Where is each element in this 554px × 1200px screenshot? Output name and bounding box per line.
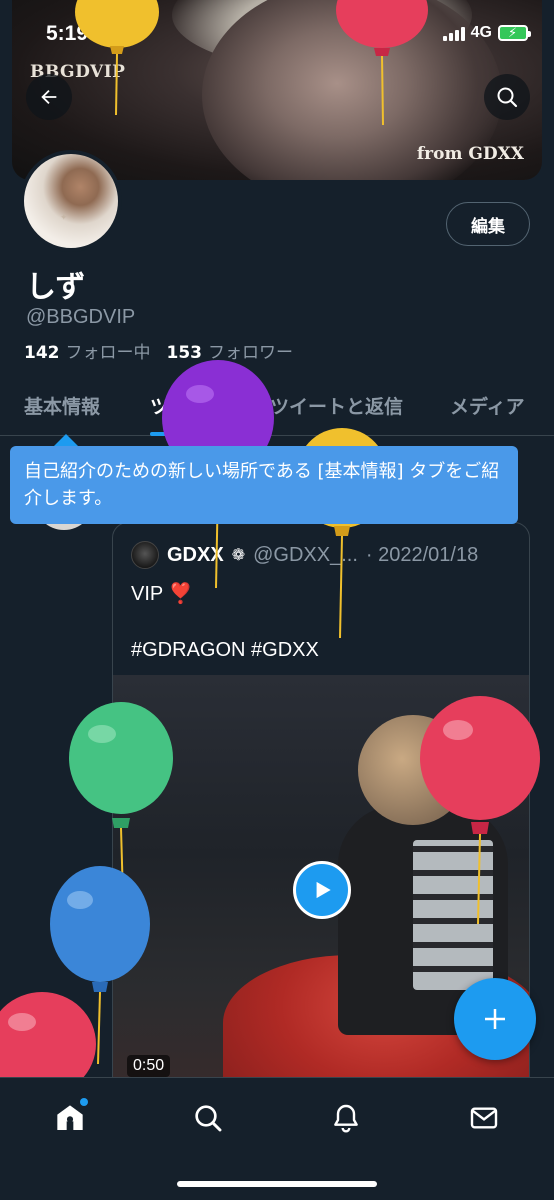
bell-icon: [334, 1104, 358, 1133]
avatar-watermark: ✦: [60, 212, 68, 222]
home-notification-dot: [80, 1098, 88, 1106]
user-handle: @BBGDVIP: [26, 306, 136, 328]
balloon-red-right-icon: [420, 696, 540, 925]
balloon-red-left-icon: [0, 992, 96, 1082]
compose-tweet-button[interactable]: [454, 978, 536, 1060]
tab-about[interactable]: 基本情報: [24, 392, 100, 419]
nav-messages[interactable]: [460, 1096, 508, 1140]
network-label: 4G: [470, 24, 492, 41]
display-name: しず: [26, 270, 86, 305]
banner-watermark-right: from GDXX: [416, 144, 524, 164]
tab-media[interactable]: メディア: [450, 392, 525, 419]
following-label: フォロー中: [65, 343, 151, 363]
nav-search[interactable]: [184, 1096, 232, 1140]
profile-avatar[interactable]: ✦: [20, 150, 122, 252]
signal-icon: [442, 25, 465, 41]
quoted-tweet-hashtags[interactable]: #GDRAGON #GDXX: [131, 639, 319, 662]
nav-home[interactable]: [46, 1096, 94, 1140]
following-link[interactable]: 142 フォロー中: [24, 338, 151, 363]
arrow-left-icon: [41, 89, 57, 105]
edit-profile-button[interactable]: 編集: [446, 202, 530, 246]
tab-tweets-replies[interactable]: ツイートと返信: [270, 392, 403, 419]
plus-icon: [485, 1009, 505, 1029]
search-icon: [497, 87, 518, 108]
home-icon: [57, 1105, 83, 1130]
tooltip-arrow: [54, 434, 78, 446]
back-button[interactable]: [26, 74, 72, 120]
play-button[interactable]: [293, 861, 351, 919]
battery-icon: ⚡: [498, 25, 531, 41]
status-indicators: 4G ⚡: [442, 24, 531, 42]
home-indicator: [177, 1181, 377, 1187]
balloon-red-top-icon: [336, 0, 428, 126]
search-icon: [195, 1105, 222, 1132]
mail-icon: [470, 1107, 498, 1129]
nav-notifications[interactable]: [322, 1096, 370, 1140]
balloon-yellow-icon: [75, 0, 159, 116]
quoted-author-avatar: [131, 541, 159, 569]
following-count: 142: [24, 343, 60, 363]
search-button[interactable]: [484, 74, 530, 120]
about-tab-tooltip[interactable]: 自己紹介のための新しい場所である [基本情報] タブをご紹介します。: [10, 446, 518, 524]
play-icon: [316, 881, 331, 899]
